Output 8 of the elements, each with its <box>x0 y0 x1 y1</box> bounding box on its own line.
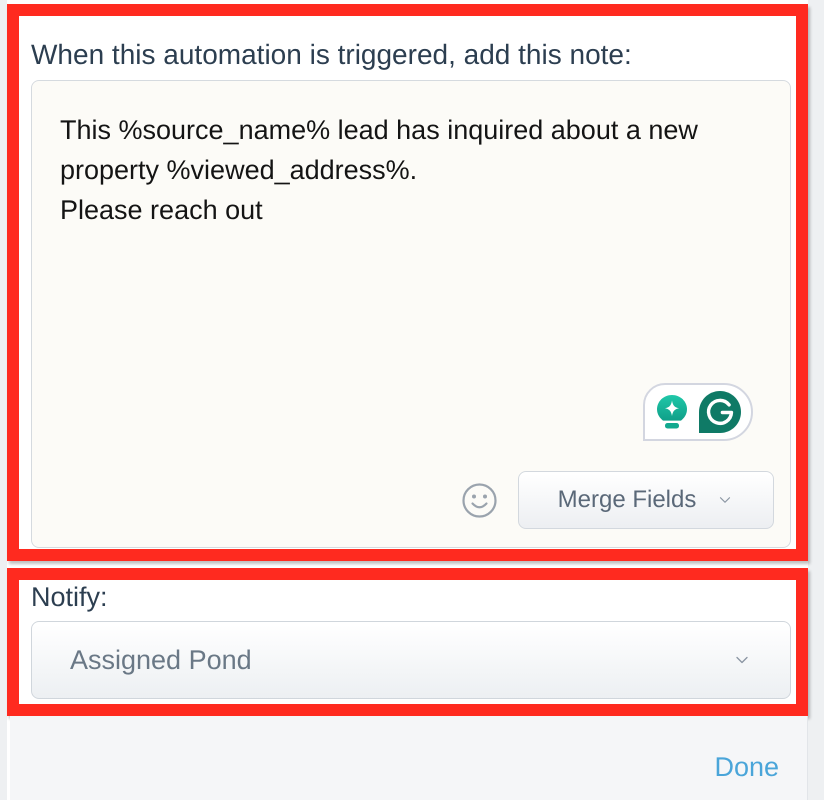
notify-select[interactable]: Assigned Pond <box>31 621 791 699</box>
g-logo-icon <box>699 391 741 433</box>
writing-assistant-widget[interactable] <box>643 383 753 441</box>
note-input[interactable]: This %source_name% lead has inquired about a new property %viewed_address%. Please reach out <box>32 81 790 383</box>
notify-label: Notify: <box>31 582 109 612</box>
lightbulb-sparkle-icon <box>657 395 687 429</box>
note-label: When this automation is triggered, add this note: <box>31 39 633 71</box>
merge-fields-button[interactable]: Merge Fields <box>518 471 774 529</box>
